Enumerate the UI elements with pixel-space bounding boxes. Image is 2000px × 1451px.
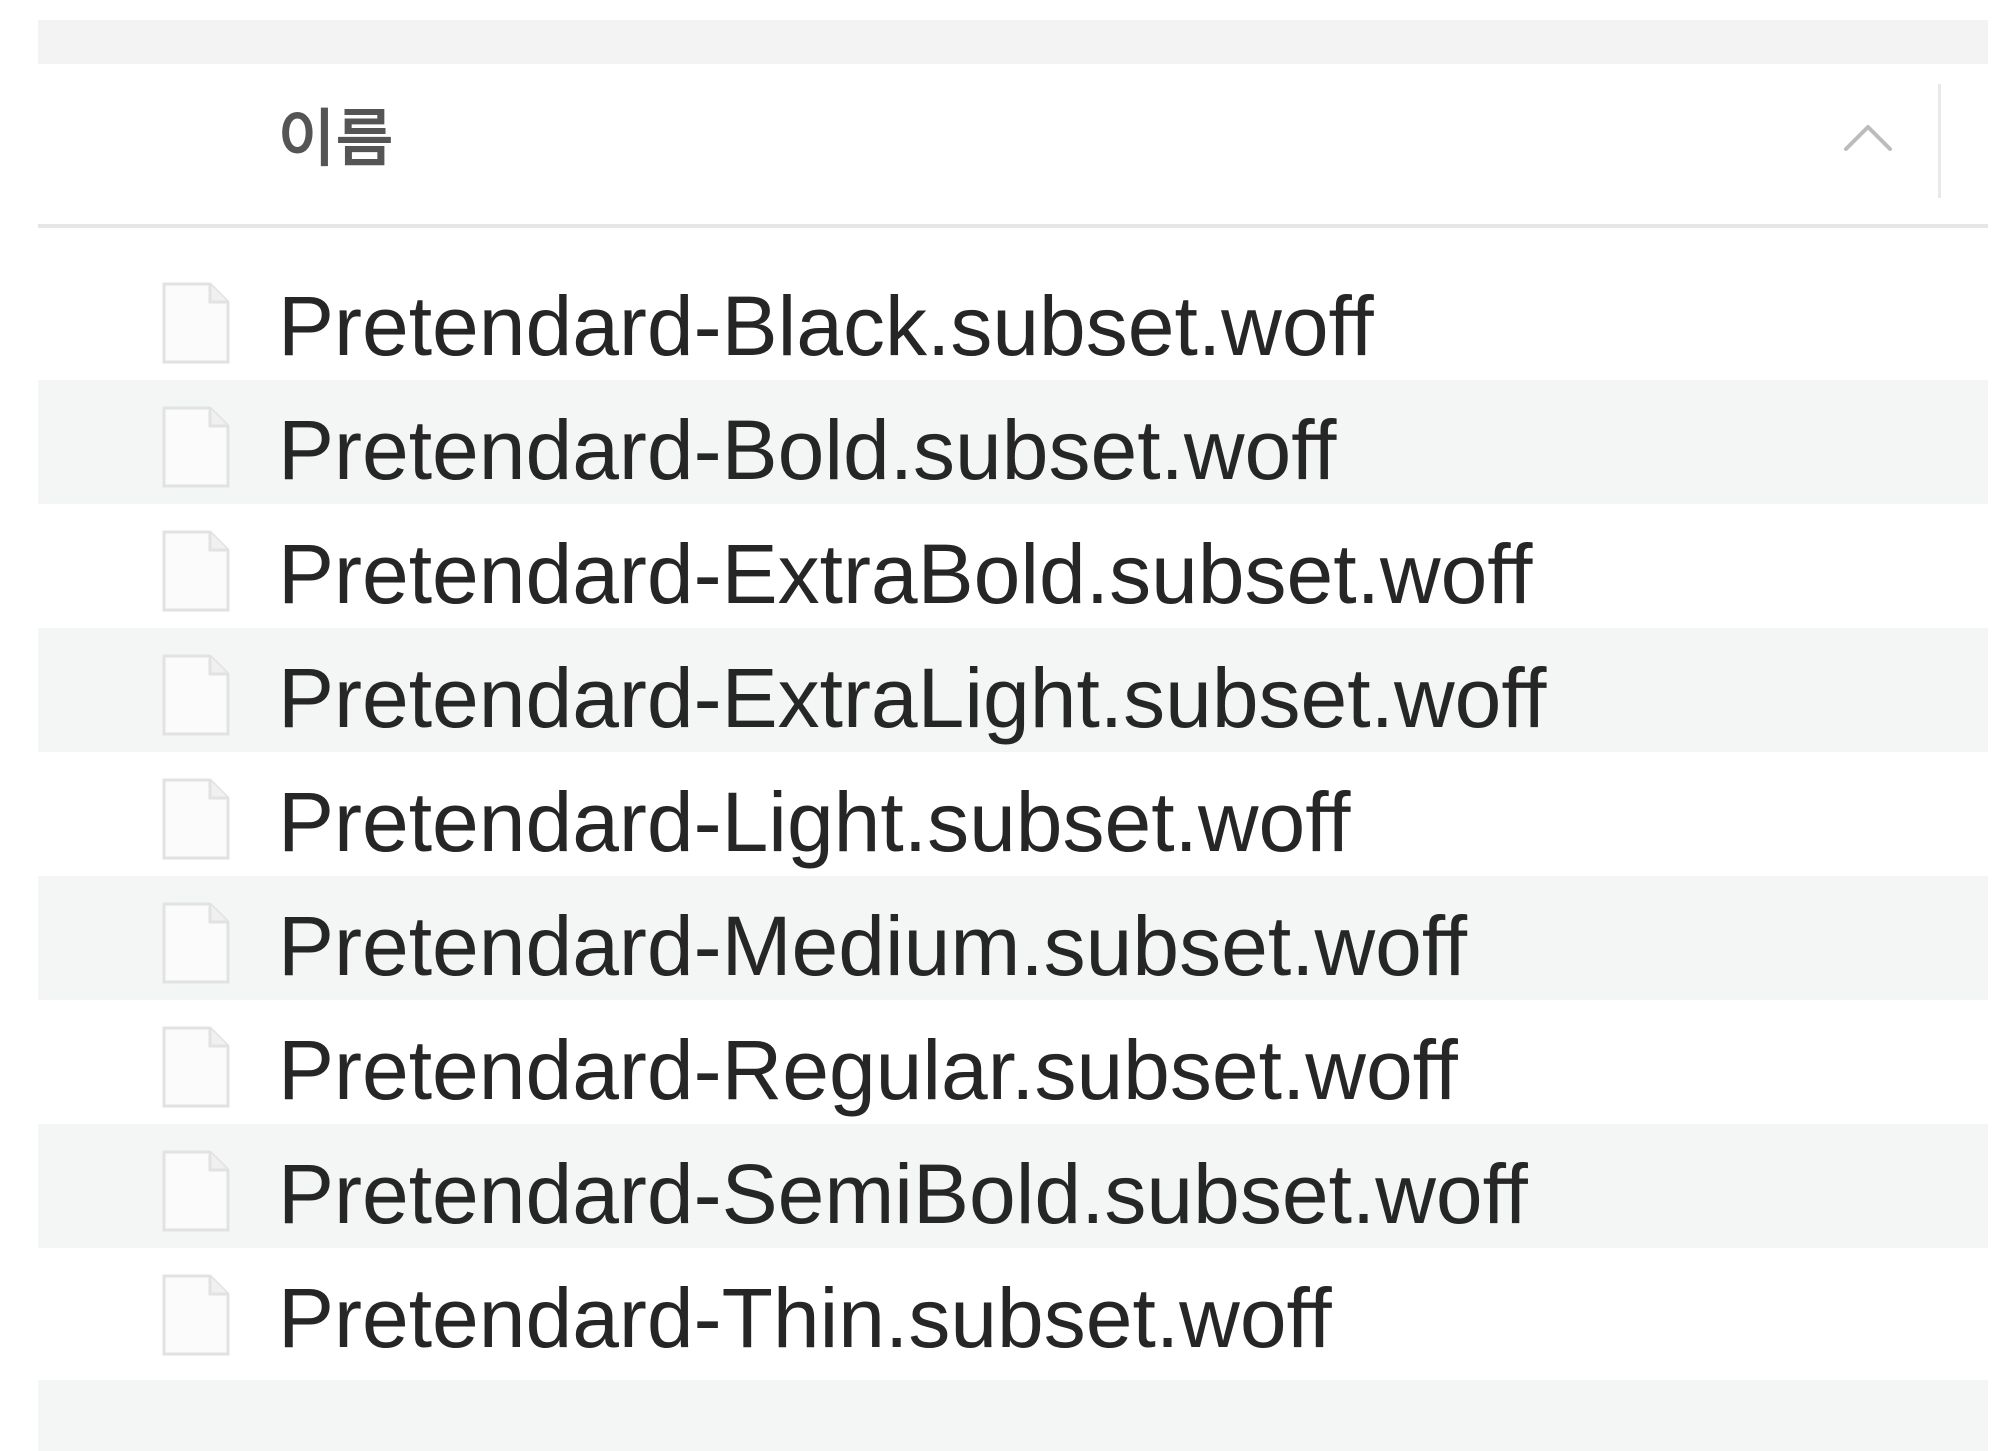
file-row[interactable]: Pretendard-Black.subset.woff: [38, 256, 1988, 380]
file-row[interactable]: Pretendard-Bold.subset.woff: [38, 380, 1988, 504]
file-list-view: 이름 Pretendard-Black.subset.woff Pretenda…: [38, 0, 1988, 1451]
file-rows: Pretendard-Black.subset.woff Pretendard-…: [38, 256, 1988, 1372]
document-icon: [156, 1024, 236, 1110]
file-name[interactable]: Pretendard-Black.subset.woff: [278, 278, 1374, 374]
document-icon: [156, 404, 236, 490]
file-row[interactable]: Pretendard-Light.subset.woff: [38, 752, 1988, 876]
document-icon: [156, 280, 236, 366]
file-name[interactable]: Pretendard-Medium.subset.woff: [278, 898, 1467, 994]
chevron-up-icon: [1840, 119, 1896, 160]
file-row[interactable]: Pretendard-Thin.subset.woff: [38, 1248, 1988, 1372]
column-header[interactable]: 이름: [38, 64, 1988, 228]
file-name[interactable]: Pretendard-Bold.subset.woff: [278, 402, 1336, 498]
column-divider[interactable]: [1938, 84, 1941, 198]
file-name[interactable]: Pretendard-Regular.subset.woff: [278, 1022, 1458, 1118]
document-icon: [156, 652, 236, 738]
document-icon: [156, 528, 236, 614]
file-name[interactable]: Pretendard-SemiBold.subset.woff: [278, 1146, 1528, 1242]
empty-row: [38, 1380, 1988, 1451]
name-column-header[interactable]: 이름: [278, 104, 394, 176]
document-icon: [156, 1148, 236, 1234]
document-icon: [156, 900, 236, 986]
file-row[interactable]: Pretendard-Regular.subset.woff: [38, 1000, 1988, 1124]
file-row[interactable]: Pretendard-SemiBold.subset.woff: [38, 1124, 1988, 1248]
file-name[interactable]: Pretendard-Light.subset.woff: [278, 774, 1350, 870]
document-icon: [156, 776, 236, 862]
file-name[interactable]: Pretendard-Thin.subset.woff: [278, 1270, 1332, 1366]
file-row[interactable]: Pretendard-Medium.subset.woff: [38, 876, 1988, 1000]
file-row[interactable]: Pretendard-ExtraBold.subset.woff: [38, 504, 1988, 628]
document-icon: [156, 1272, 236, 1358]
top-strip: [38, 20, 1988, 64]
file-name[interactable]: Pretendard-ExtraLight.subset.woff: [278, 650, 1547, 746]
file-row[interactable]: Pretendard-ExtraLight.subset.woff: [38, 628, 1988, 752]
file-name[interactable]: Pretendard-ExtraBold.subset.woff: [278, 526, 1532, 622]
sort-toggle-button[interactable]: [1828, 104, 1908, 174]
